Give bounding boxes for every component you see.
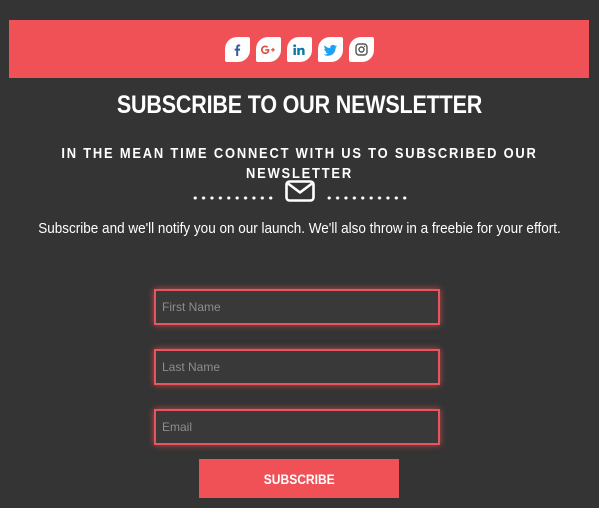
first-name-field[interactable] xyxy=(154,289,440,325)
google-plus-icon xyxy=(261,45,275,54)
page-title: SUBSCRIBE TO OUR NEWSLETTER xyxy=(116,91,483,119)
twitter-icon xyxy=(323,44,337,56)
dots-left xyxy=(190,196,275,200)
google-plus-button[interactable] xyxy=(255,37,281,62)
description-text: Subscribe and we'll notify you on our la… xyxy=(38,220,561,237)
linkedin-icon xyxy=(293,43,305,55)
envelope-icon xyxy=(284,180,315,202)
linkedin-button[interactable] xyxy=(286,37,312,62)
instagram-icon xyxy=(354,43,368,56)
facebook-icon xyxy=(234,44,241,56)
twitter-button[interactable] xyxy=(317,37,343,62)
dots-right xyxy=(324,196,409,200)
email-field[interactable] xyxy=(154,409,440,445)
social-bar xyxy=(9,20,589,78)
subscribe-button[interactable]: SUBSCRIBE xyxy=(199,459,399,498)
instagram-button[interactable] xyxy=(348,37,374,62)
divider xyxy=(0,178,599,204)
last-name-field[interactable] xyxy=(154,349,440,385)
facebook-button[interactable] xyxy=(224,37,250,62)
subscribe-button-label: SUBSCRIBE xyxy=(263,470,335,487)
